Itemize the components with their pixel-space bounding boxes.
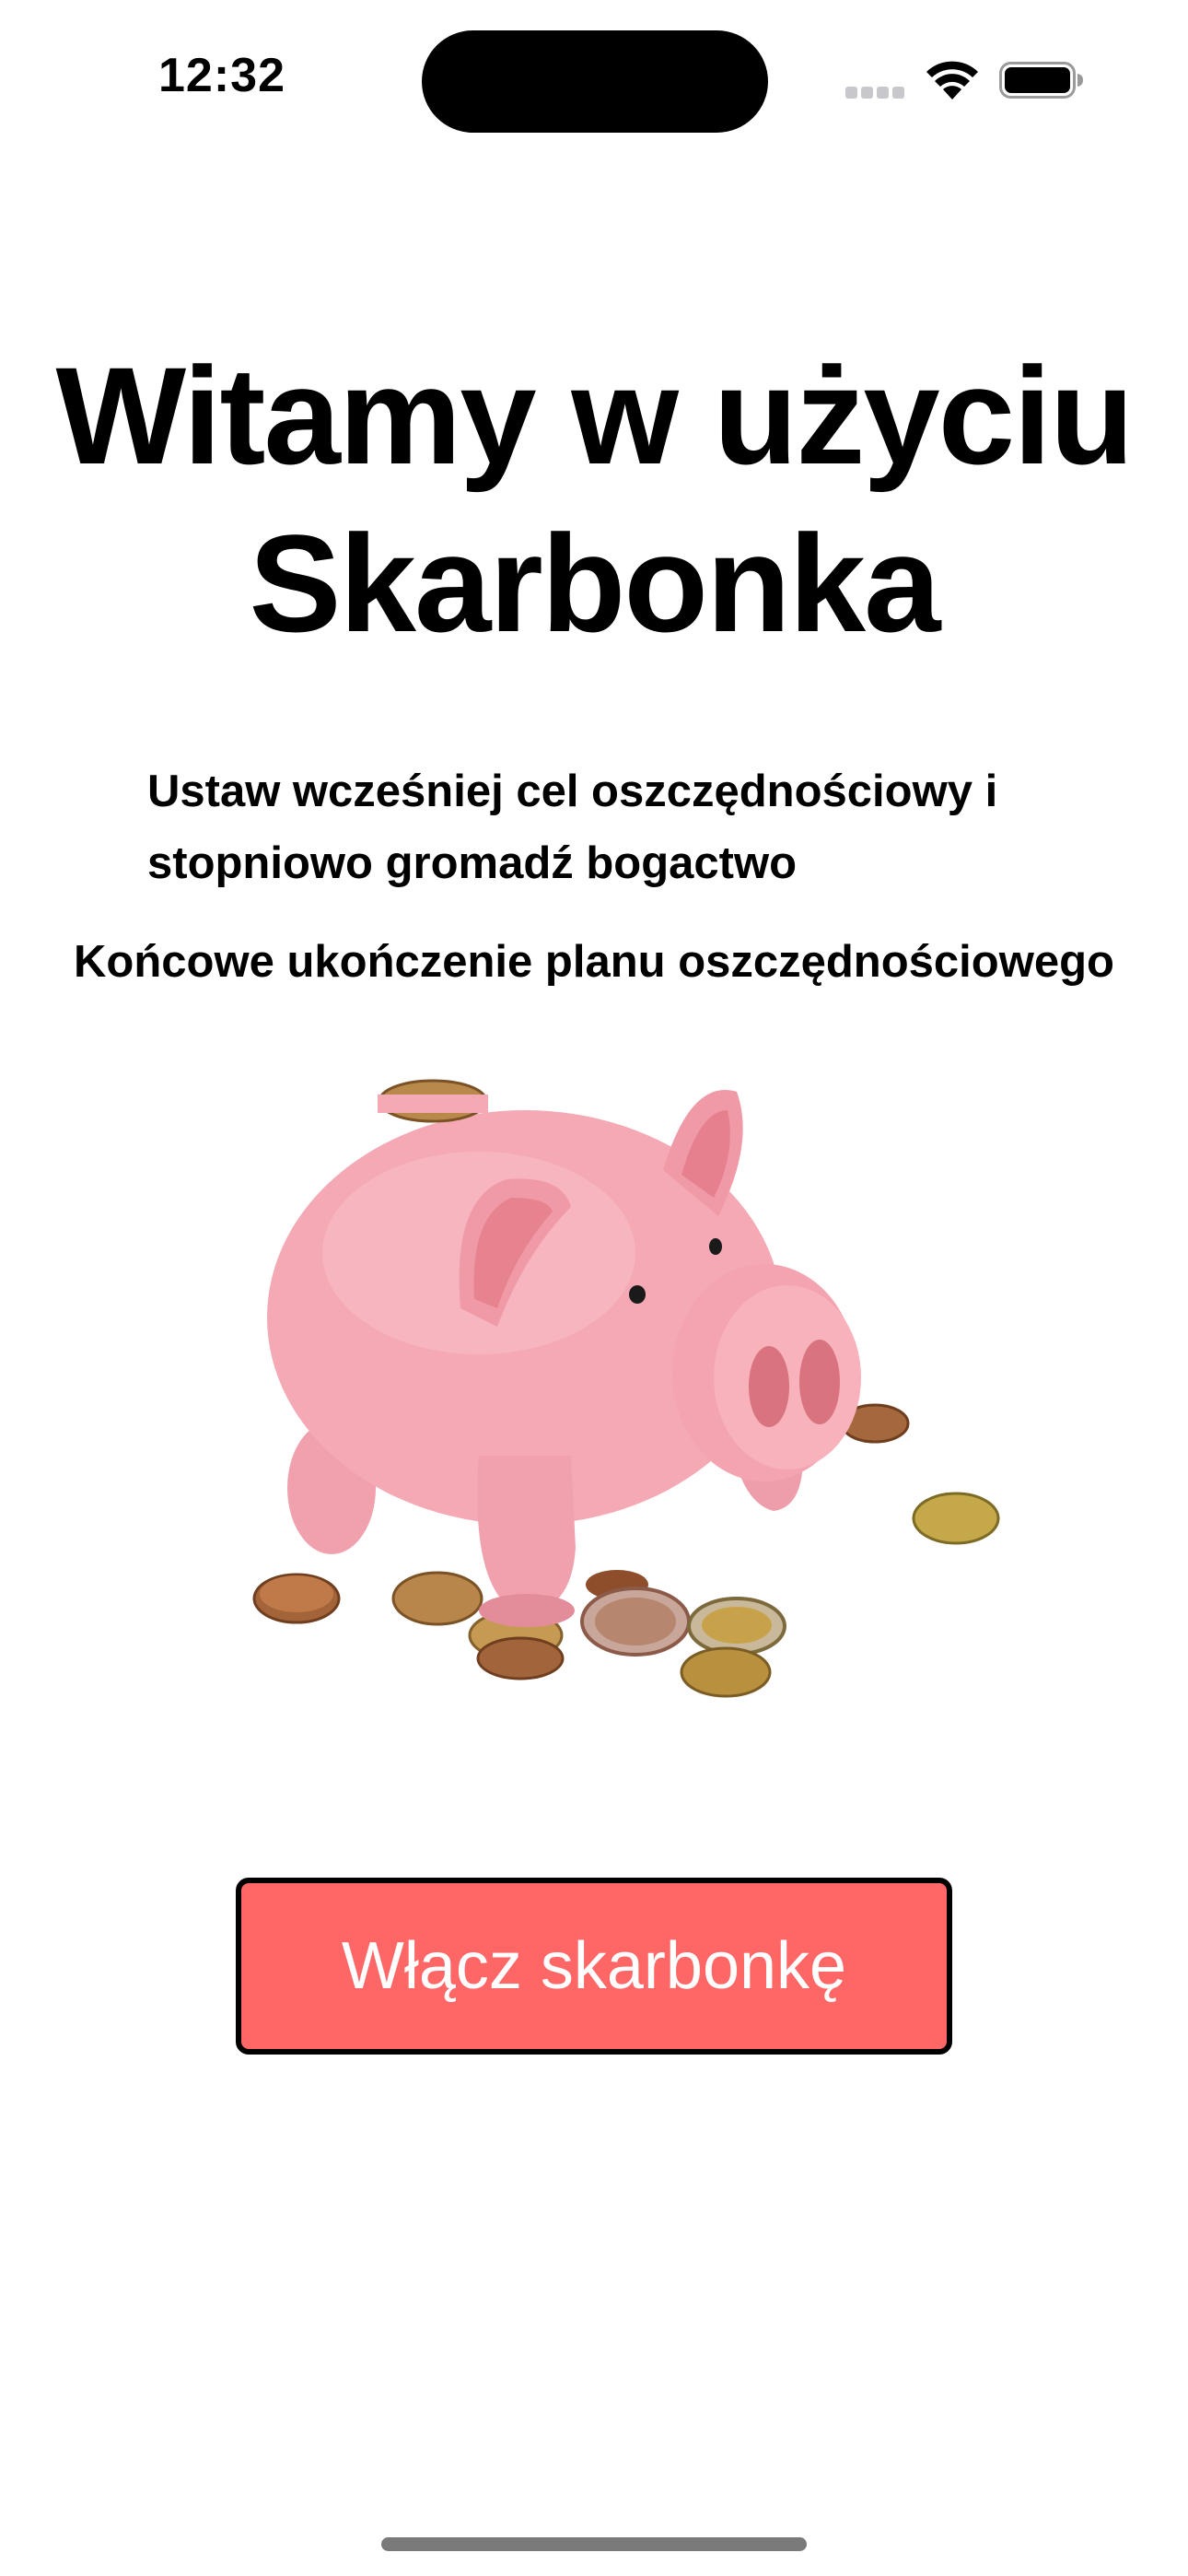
subtitle-secondary: Końcowe ukończenie planu oszczędnościowe… [74,937,1114,987]
home-indicator[interactable] [381,2537,807,2551]
cellular-signal-icon [845,87,906,100]
piggy-bank-illustration [252,1079,1000,1698]
subtitle: Ustaw wcześniej cel oszczędnościowy i st… [147,767,998,888]
enable-piggy-bank-button[interactable]: Włącz skarbonkę [236,1878,952,2055]
dynamic-island [422,30,768,133]
wifi-icon [926,61,978,100]
status-time: 12:32 [158,49,285,102]
page-title: Witamy w użyciu Skarbonka [55,338,1135,661]
battery-icon [999,62,1083,99]
